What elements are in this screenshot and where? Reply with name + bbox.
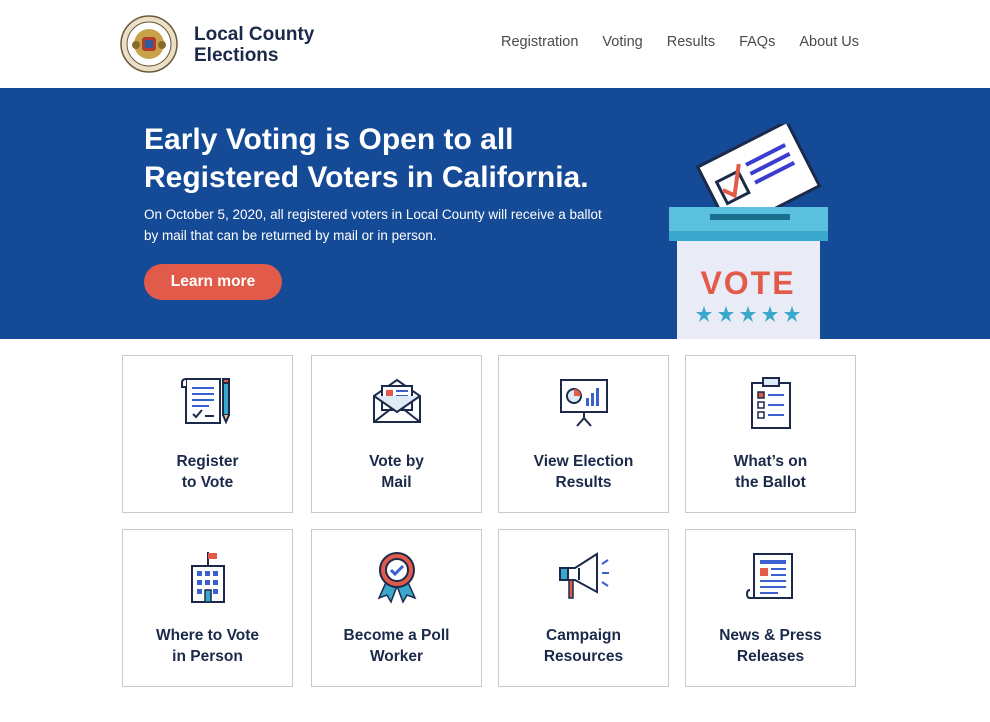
hero-subtitle: On October 5, 2020, all registered voter… [144, 207, 602, 243]
nav-faqs[interactable]: FAQs [739, 34, 775, 50]
building-flag-icon [190, 552, 225, 603]
card-label: View Election Results [533, 453, 634, 491]
card-view-election-results[interactable]: View Election Results [498, 355, 669, 513]
hero-banner: Early Voting is Open to all Registered V… [0, 88, 990, 339]
card-news-and-press-releases[interactable]: News & Press Releases [685, 529, 856, 687]
presentation-chart-icon [559, 379, 608, 427]
hero-title: Early Voting is Open to all Registered V… [144, 123, 589, 194]
main-nav: Registration Voting Results FAQs About U… [501, 34, 859, 50]
vote-art-text: VOTE [700, 265, 795, 301]
logo-line-2: Elections [194, 45, 279, 66]
card-become-a-poll-worker[interactable]: Become a Poll Worker [311, 529, 482, 687]
nav-registration[interactable]: Registration [501, 34, 578, 50]
learn-more-button[interactable]: Learn more [144, 264, 282, 300]
card-label: What’s on the Ballot [733, 453, 808, 491]
state-seal-icon[interactable] [120, 15, 178, 73]
site-logo-text[interactable]: Local County Elections [194, 24, 314, 66]
award-ribbon-icon [377, 552, 416, 604]
card-whats-on-the-ballot[interactable]: What’s on the Ballot [685, 355, 856, 513]
nav-about-us[interactable]: About Us [799, 34, 859, 50]
card-label: Campaign Resources [543, 627, 624, 665]
megaphone-icon [558, 552, 609, 599]
newspaper-icon [745, 553, 793, 599]
card-label: News & Press Releases [719, 627, 822, 665]
site-header: Local County Elections Registration Voti… [0, 0, 990, 88]
nav-results[interactable]: Results [667, 34, 715, 50]
card-campaign-resources[interactable]: Campaign Resources [498, 529, 669, 687]
card-where-to-vote-in-person[interactable]: Where to Vote in Person [122, 529, 293, 687]
card-label: Register to Vote [176, 453, 239, 491]
nav-voting[interactable]: Voting [602, 34, 642, 50]
card-label: Where to Vote in Person [155, 627, 260, 665]
ballot-box-illustration: VOTE [669, 124, 828, 339]
clipboard-checklist-icon [750, 377, 791, 429]
envelope-icon [372, 378, 421, 423]
card-vote-by-mail[interactable]: Vote by Mail [311, 355, 482, 513]
card-label: Vote by Mail [369, 453, 424, 491]
card-register-to-vote[interactable]: Register to Vote [122, 355, 293, 513]
document-pencil-icon [180, 378, 230, 425]
card-label: Become a Poll Worker [343, 627, 450, 665]
logo-line-1: Local County [194, 24, 315, 45]
